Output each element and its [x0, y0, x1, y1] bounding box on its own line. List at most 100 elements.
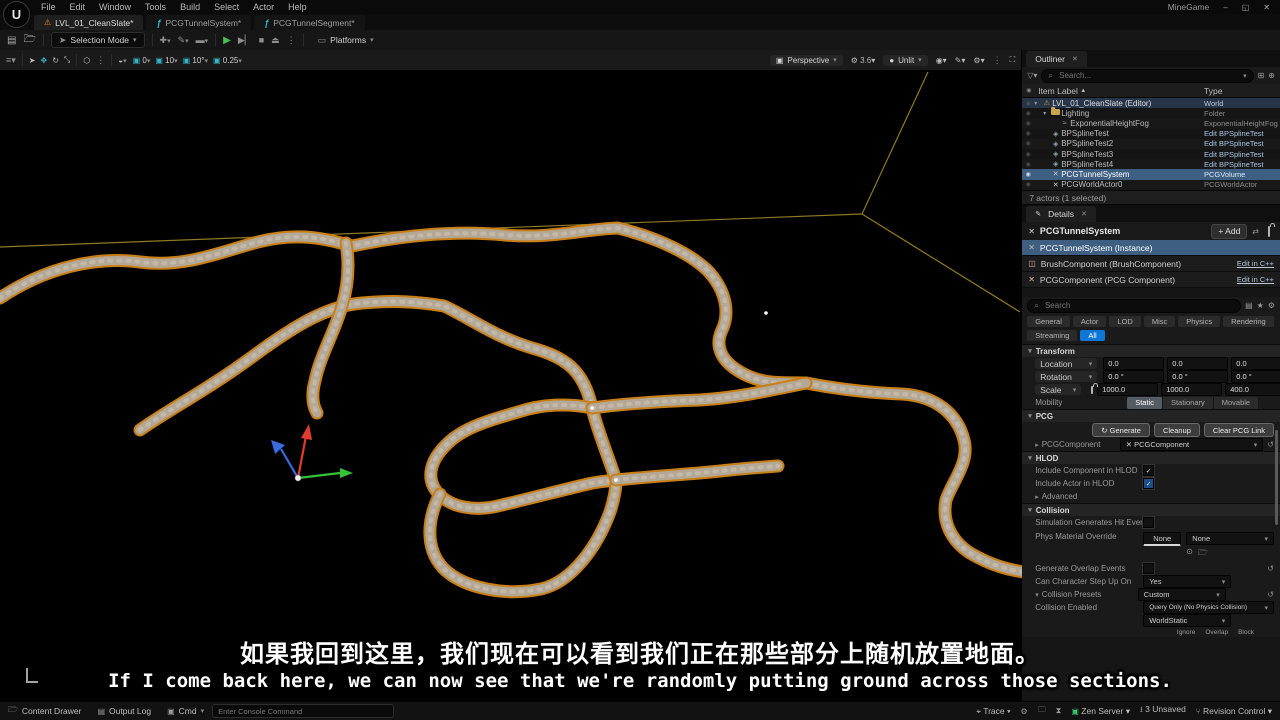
trace-dropdown[interactable]: ⌖ Trace ▾ — [976, 706, 1010, 717]
tab-outliner[interactable]: Outliner ✕ — [1026, 51, 1087, 67]
pcg-generate-button[interactable]: ↻ Generate — [1092, 423, 1150, 437]
browse-to-asset-icon[interactable]: 🗁 — [1198, 547, 1208, 561]
eye-icon[interactable]: ◉ — [1022, 181, 1034, 188]
selection-mode-dropdown[interactable]: ➤ Selection Mode ▾ — [51, 32, 145, 48]
close-button[interactable]: ✕ — [1263, 3, 1270, 12]
browse-icon[interactable]: ⇄ — [1252, 227, 1259, 236]
rotation-x-field[interactable]: 0.0 ° — [1103, 370, 1164, 383]
filter-chip-all[interactable]: All — [1080, 330, 1104, 341]
outliner-row-pcgworldactor0[interactable]: ◉✕PCGWorldActor0PCGWorldActor — [1022, 180, 1280, 190]
pcg-component-dropdown[interactable]: ✕ PCGComponent▾ — [1120, 438, 1264, 451]
outliner-settings-icon[interactable]: ⊕ — [1268, 71, 1275, 80]
item-type[interactable]: Edit BPSplineTest — [1204, 150, 1278, 159]
location-dropdown[interactable]: Location▾ — [1035, 358, 1097, 369]
expand-arrow-icon[interactable]: ▾ — [1043, 110, 1050, 117]
outliner-row-pcgtunnelsystem[interactable]: ◉✕PCGTunnelSystemPCGVolume — [1022, 169, 1280, 179]
details-scrollbar[interactable] — [1275, 430, 1278, 525]
details-settings-icon[interactable]: ⚙ — [1268, 301, 1275, 310]
item-type[interactable]: Edit BPSplineTest — [1204, 160, 1278, 169]
grid-snap[interactable]: ▣ 10▾ — [155, 56, 177, 65]
rotation-z-field[interactable]: 0.0 ° — [1231, 370, 1280, 383]
mobility-movable[interactable]: Movable — [1214, 397, 1259, 409]
pcg-volume-wireframe-line[interactable] — [862, 214, 1020, 312]
junction-node[interactable] — [764, 311, 768, 315]
eject-button[interactable]: ⏏ — [271, 35, 280, 46]
phys-material-dropdown[interactable]: None▾ — [1186, 532, 1274, 545]
filter-chip-streaming[interactable]: Streaming — [1027, 330, 1077, 341]
viewport-canvas[interactable] — [0, 70, 1022, 702]
play-button[interactable]: ▶ — [223, 35, 231, 46]
outliner-row-bpsplinetest[interactable]: ◉◈BPSplineTestEdit BPSplineTest — [1022, 129, 1280, 139]
content-drawer-button[interactable]: 🗁 Content Drawer — [0, 702, 89, 720]
unsaved-button[interactable]: ⭳ 3 Unsaved — [1140, 704, 1186, 718]
close-icon[interactable]: ✕ — [1072, 55, 1078, 63]
type-column[interactable]: Type — [1204, 86, 1276, 96]
minimize-button[interactable]: – — [1223, 3, 1227, 12]
pcg-section-header[interactable]: ▾PCG — [1022, 409, 1280, 422]
use-selected-icon[interactable]: ⊙ — [1186, 547, 1193, 561]
revision-control-dropdown[interactable]: ⑂ Revision Control ▾ — [1196, 706, 1272, 717]
eye-icon[interactable]: ◉ — [1022, 140, 1034, 147]
expand-icon[interactable]: ▸ — [1035, 441, 1039, 449]
eye-icon[interactable]: ◉ — [1022, 100, 1034, 107]
step-up-dropdown[interactable]: Yes▾ — [1143, 575, 1231, 588]
tab-pcgtunnelsegment[interactable]: ƒPCGTunnelSegment* — [254, 15, 364, 30]
eye-icon[interactable]: ◉ — [1022, 161, 1034, 168]
transform-section-header[interactable]: ▾Transform — [1022, 344, 1280, 357]
transform-gizmo-axis[interactable] — [281, 449, 298, 478]
background-tasks-icon[interactable]: ⧗ — [1056, 706, 1062, 716]
cinematics-icon[interactable]: ▬▾ — [196, 35, 209, 45]
scale-lock-icon[interactable] — [1091, 386, 1093, 394]
filter-chip-general[interactable]: General — [1027, 316, 1070, 327]
surface-snap-icon[interactable]: ◒▾ — [118, 56, 126, 65]
platforms-dropdown[interactable]: ▭ Platforms ▾ — [311, 33, 381, 47]
outliner-row-lvl_01_cleanslateeditor[interactable]: ◉▾⚠LVL_01_CleanSlate (Editor)World — [1022, 98, 1280, 108]
tab-pcgtunnelsystem[interactable]: ƒPCGTunnelSystem* — [146, 15, 251, 30]
pcg-clear-pcg-link-button[interactable]: Clear PCG Link — [1204, 423, 1274, 437]
tab-details[interactable]: ✎ Details ✕ — [1026, 206, 1096, 222]
scale-z-field[interactable]: 400.0 — [1225, 383, 1280, 396]
collision-section-header[interactable]: ▾Collision — [1022, 503, 1280, 516]
outliner-row-bpsplinetest4[interactable]: ◉◈BPSplineTest4Edit BPSplineTest — [1022, 159, 1280, 169]
output-log-button[interactable]: ▤ Output Log — [89, 702, 159, 720]
advanced-row[interactable]: ▸ Advanced — [1022, 490, 1280, 503]
add-component-button[interactable]: + Add — [1211, 224, 1247, 239]
kebab-icon[interactable]: ⋮ — [993, 55, 1002, 66]
close-icon[interactable]: ✕ — [1081, 210, 1087, 218]
more-options-icon[interactable]: ⋮ — [96, 55, 105, 66]
content-browser-icon[interactable]: 🗁 — [23, 32, 35, 49]
scale-snap[interactable]: ▣ 0.25▾ — [213, 56, 242, 65]
eye-icon[interactable]: ◉ — [1022, 171, 1034, 178]
reset-icon[interactable]: ↺ — [1267, 440, 1274, 449]
stop-button[interactable]: ■ — [259, 35, 264, 45]
pcg-volume-wireframe-line[interactable] — [862, 72, 928, 214]
rotation-y-field[interactable]: 0.0 ° — [1167, 370, 1228, 383]
menu-actor[interactable]: Actor — [246, 1, 281, 13]
tab-lvl_01_cleanslate[interactable]: ⚠LVL_01_CleanSlate* — [34, 15, 143, 30]
transform-gizmo-arrowhead[interactable] — [340, 468, 353, 478]
scale-x-field[interactable]: 1000.0 — [1097, 383, 1158, 396]
transform-gizmo-axis[interactable] — [298, 436, 306, 478]
filter-chip-physics[interactable]: Physics — [1178, 316, 1220, 327]
filter-chip-actor[interactable]: Actor — [1073, 316, 1107, 327]
item-type[interactable]: Edit BPSplineTest — [1204, 129, 1278, 138]
filter-chip-misc[interactable]: Misc — [1144, 316, 1175, 327]
location-x-field[interactable]: 0.0 — [1103, 357, 1164, 370]
brush-settings-icon[interactable]: ✎▾ — [955, 56, 966, 65]
cmd-dropdown[interactable]: ▣ Cmd ▾ — [159, 702, 212, 720]
outliner-row-bpsplinetest3[interactable]: ◉◈BPSplineTest3Edit BPSplineTest — [1022, 149, 1280, 159]
eye-icon[interactable]: ◉ — [1022, 151, 1034, 158]
scale-dropdown[interactable]: Scale▾ — [1035, 384, 1081, 395]
junction-node[interactable] — [614, 478, 618, 482]
expand-arrow-icon[interactable]: ▾ — [1034, 100, 1041, 107]
component-brushcomponent[interactable]: ◫BrushComponent (BrushComponent)Edit in … — [1022, 256, 1280, 272]
viewport-menu-icon[interactable]: ≡▾ — [6, 55, 16, 66]
level-viewport[interactable]: ≡▾ ➤ ✥ ↻ ⤡ ⬡ ⋮ ◒▾ ▣ 0▾▣ 10▾▣ 10°▾▣ 0.25▾… — [0, 50, 1021, 702]
menu-edit[interactable]: Edit — [63, 1, 93, 13]
favorites-icon[interactable]: ★ — [1257, 301, 1264, 310]
eye-icon[interactable]: ◉ — [1022, 110, 1034, 117]
save-icon[interactable]: ▤ — [7, 35, 16, 46]
console-command-input[interactable] — [212, 704, 394, 718]
outliner-row-bpsplinetest2[interactable]: ◉◈BPSplineTest2Edit BPSplineTest — [1022, 139, 1280, 149]
show-flags-icon[interactable]: ◉▾ — [936, 56, 947, 65]
